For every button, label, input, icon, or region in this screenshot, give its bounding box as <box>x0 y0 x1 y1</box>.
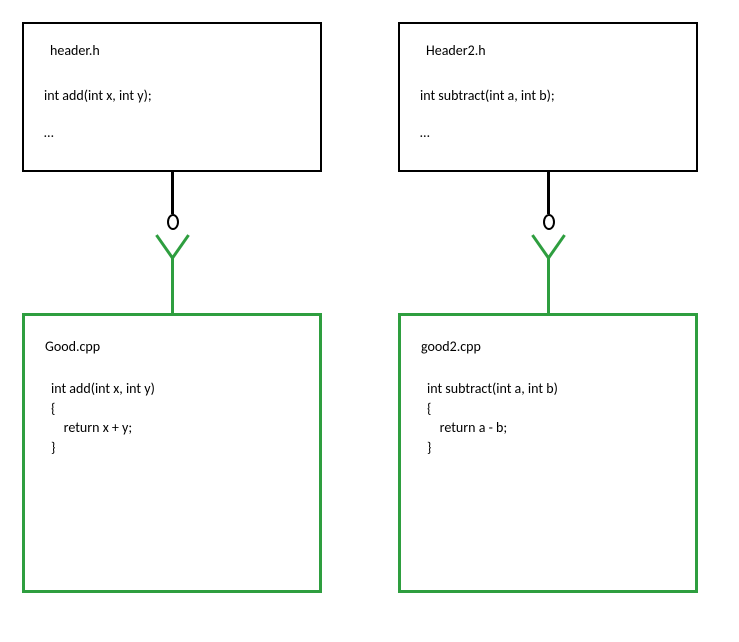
connector-y-arm-right-l <box>531 234 550 259</box>
connector-y-arm-right-r <box>547 234 566 259</box>
header-filename-right: Header2.h <box>426 42 676 59</box>
connector-y-stem-right <box>547 258 550 313</box>
header-declaration-left: int add(int x, int y); <box>44 87 300 104</box>
header-ellipsis-right: … <box>420 124 676 141</box>
header-declaration-right: int subtract(int a, int b); <box>420 87 676 104</box>
connector-stem-left <box>171 172 174 214</box>
header-file-box-left: header.h int add(int x, int y); … <box>22 22 322 172</box>
connector-stem-right <box>547 172 550 214</box>
impl-file-box-left: Good.cpp int add(int x, int y) { return … <box>22 313 322 593</box>
header-file-box-right: Header2.h int subtract(int a, int b); … <box>398 22 698 172</box>
impl-filename-right: good2.cpp <box>421 338 675 355</box>
impl-code-left: int add(int x, int y) { return x + y; } <box>51 379 299 457</box>
connector-y-arm-left-r <box>171 234 190 259</box>
header-ellipsis-left: … <box>44 124 300 141</box>
connector-y-arm-left-l <box>155 234 174 259</box>
connector-circle-right <box>543 214 555 230</box>
impl-code-right: int subtract(int a, int b) { return a - … <box>427 379 675 457</box>
impl-file-box-right: good2.cpp int subtract(int a, int b) { r… <box>398 313 698 593</box>
impl-filename-left: Good.cpp <box>45 338 299 355</box>
header-filename-left: header.h <box>50 42 300 59</box>
connector-circle-left <box>167 214 179 230</box>
connector-y-stem-left <box>171 258 174 313</box>
